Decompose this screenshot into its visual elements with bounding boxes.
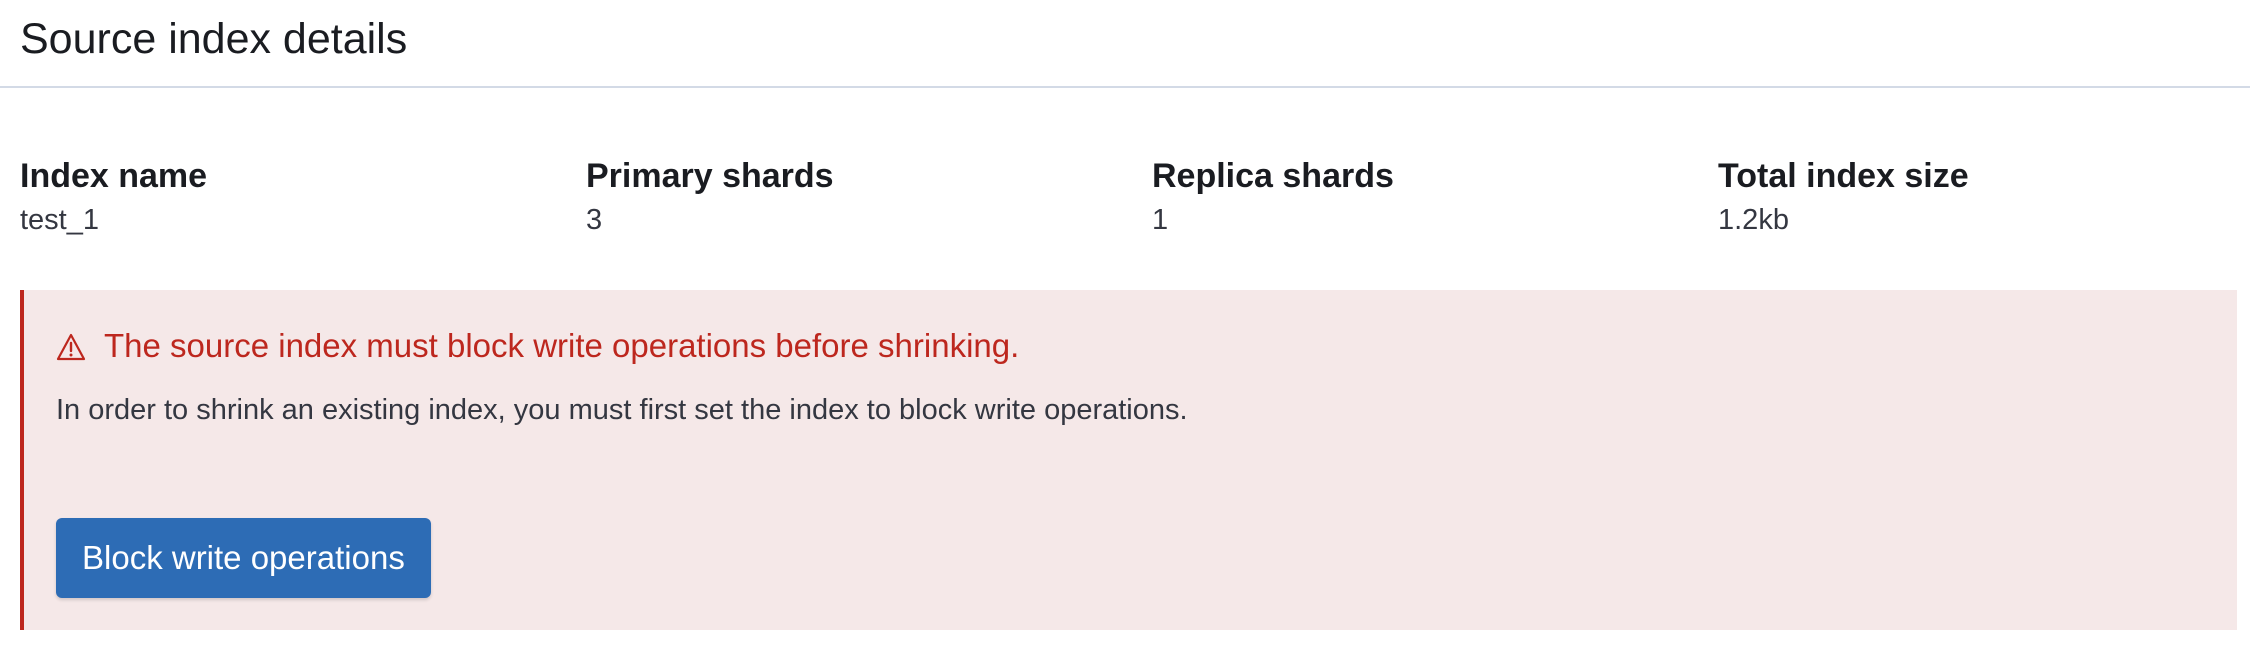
stat-total-index-size: Total index size 1.2kb [1718,155,2250,241]
stat-index-name: Index name test_1 [20,155,586,241]
block-write-operations-button[interactable]: Block write operations [56,518,431,598]
stat-value: test_1 [20,204,99,236]
stat-value: 1.2kb [1718,204,1789,236]
stat-replica-shards: Replica shards 1 [1152,155,1718,241]
stat-value: 3 [586,204,603,236]
stat-label: Total index size [1718,157,1969,195]
page-title: Source index details [20,15,408,63]
stat-label: Replica shards [1152,157,1394,195]
callout-title-text: The source index must block write operat… [104,327,1020,364]
index-stats: Index name test_1 Primary shards 3 Repli… [20,155,2235,241]
title-divider [0,86,2250,88]
stat-label: Primary shards [586,157,834,195]
stat-value: 1 [1152,204,1169,236]
callout-body: In order to shrink an existing index, yo… [56,394,1188,426]
stat-primary-shards: Primary shards 3 [586,155,1152,241]
callout-title: The source index must block write operat… [56,326,1019,366]
danger-callout: The source index must block write operat… [20,290,2237,630]
stat-label: Index name [20,157,208,195]
warning-icon [56,331,86,361]
